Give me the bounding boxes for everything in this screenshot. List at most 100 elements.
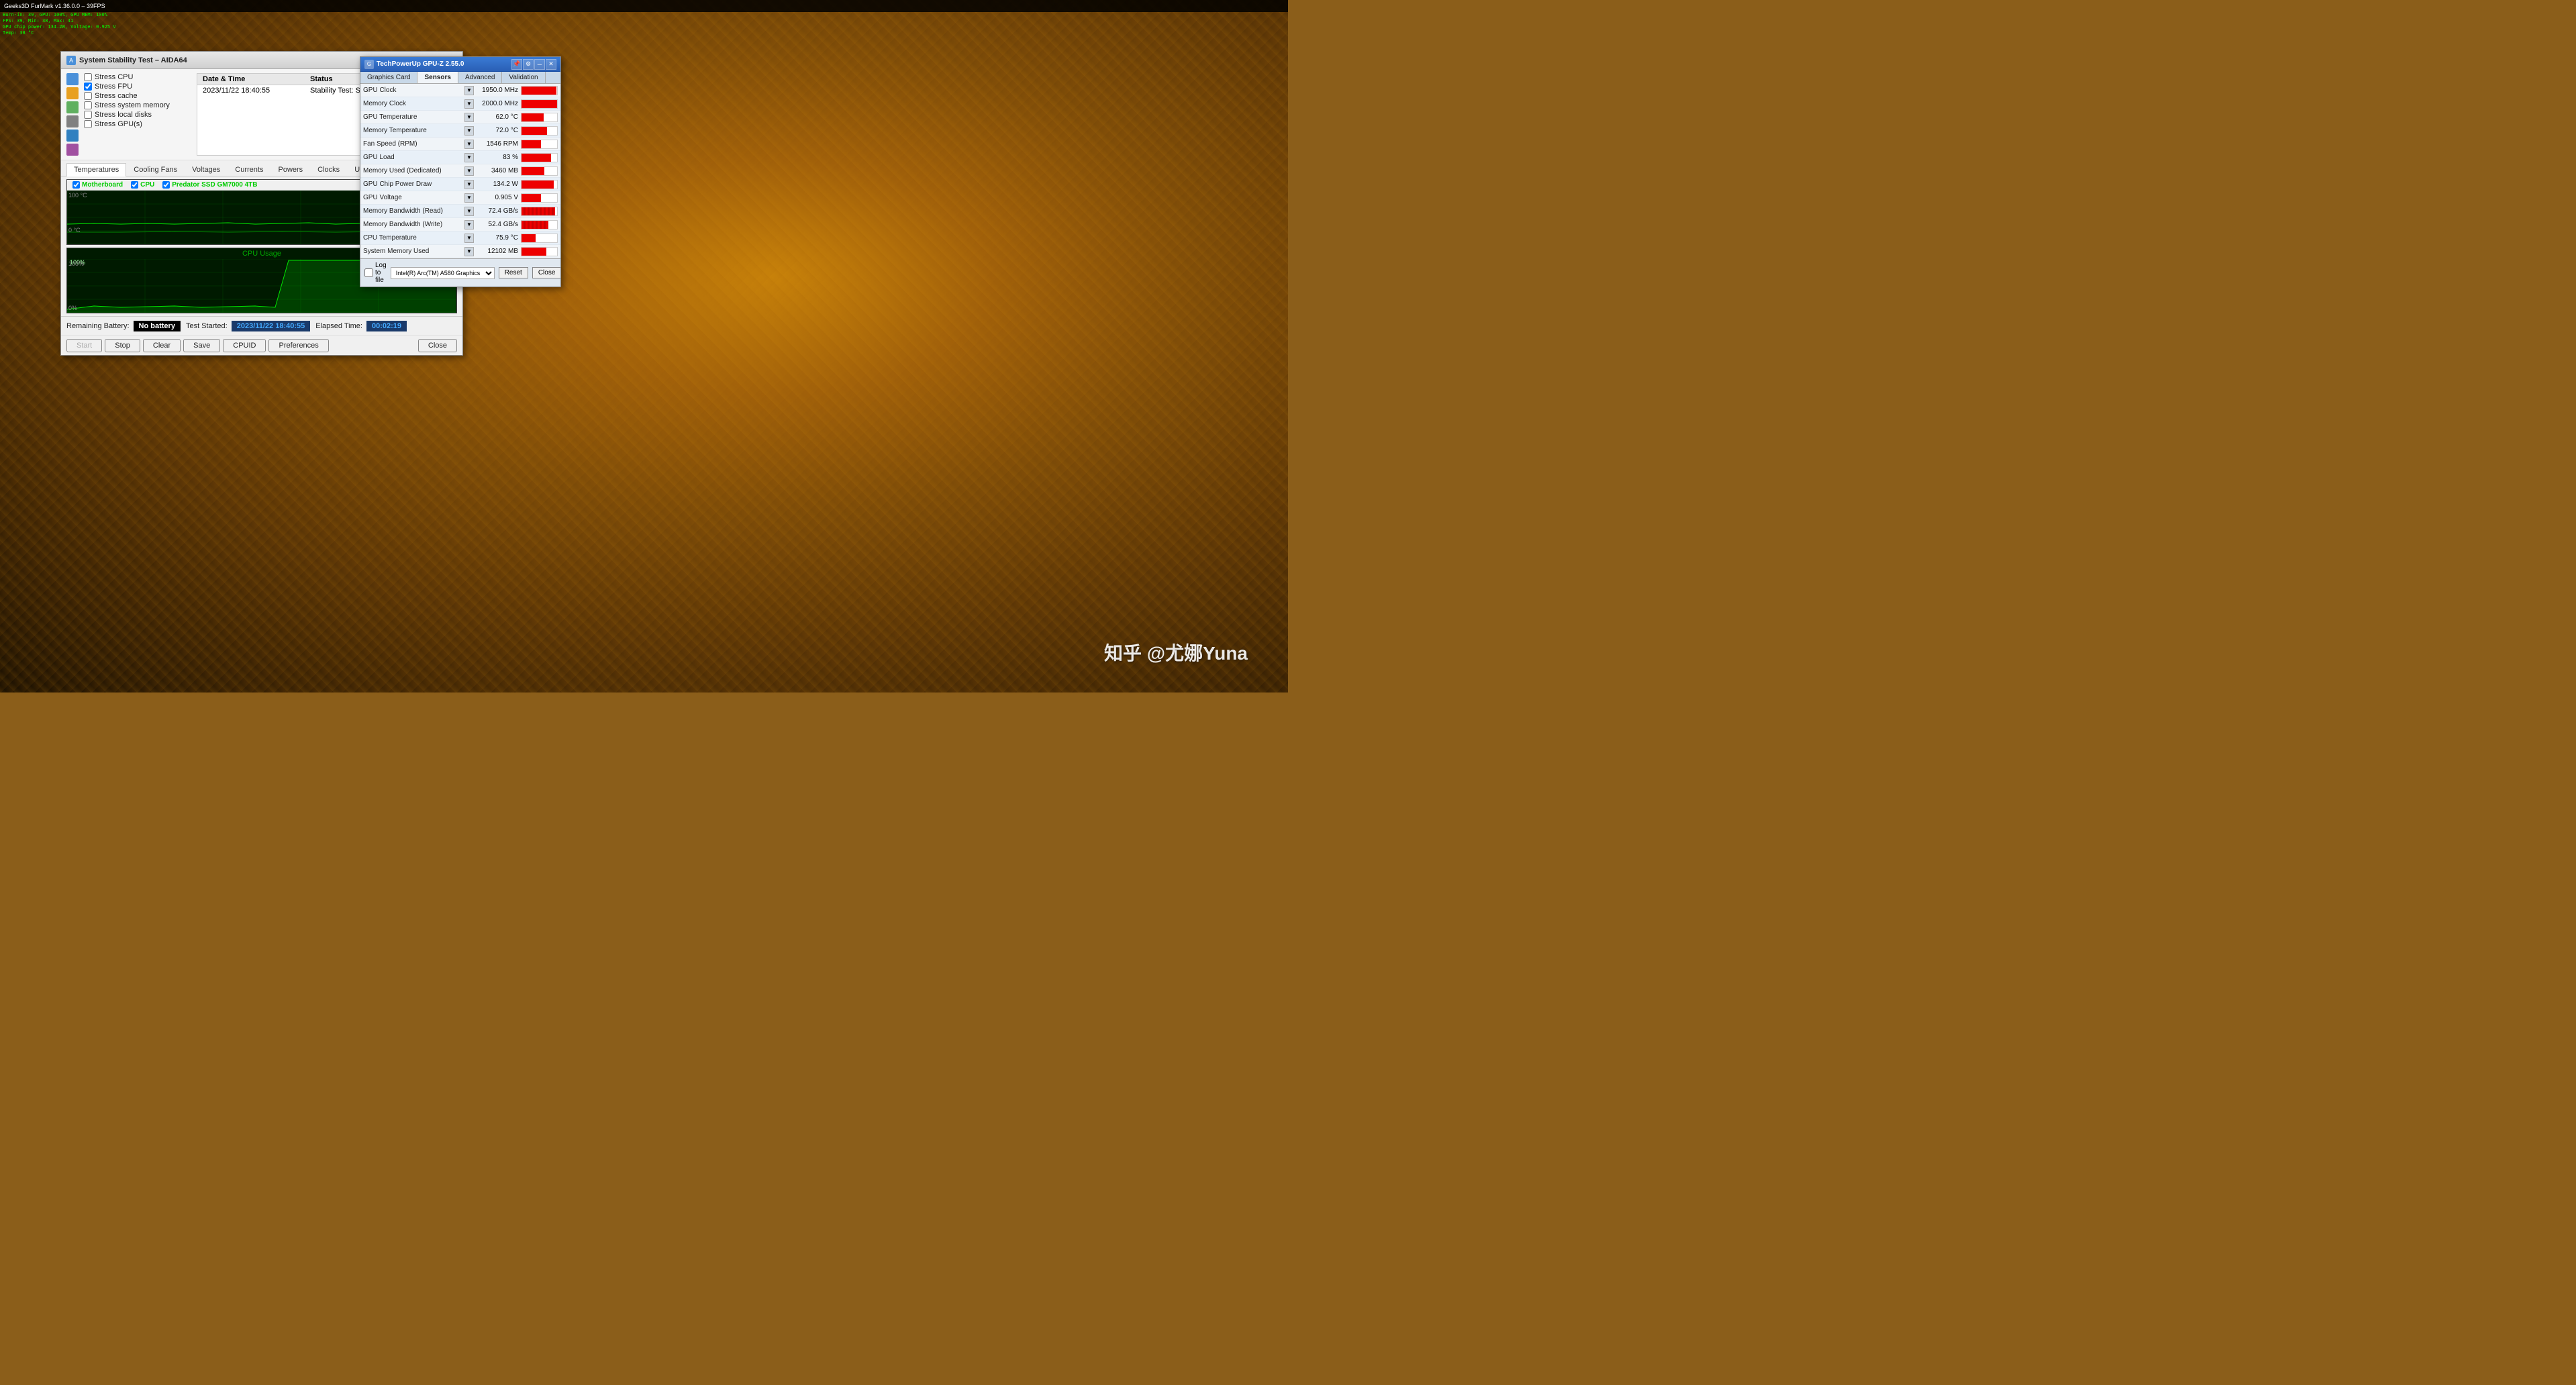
sensor-bar-area-0 [521, 86, 558, 95]
tab-cooling-fans[interactable]: Cooling Fans [126, 163, 185, 176]
taskbar-title: Geeks3D FurMark v1.36.0.0 – 39FPS [4, 3, 105, 9]
sensor-dropdown-5[interactable]: ▼ [464, 153, 474, 162]
stress-system-memory-checkbox[interactable] [84, 101, 92, 109]
save-button[interactable]: Save [183, 339, 220, 352]
cpu-y-min: 0% [68, 305, 77, 311]
sensor-value-4: 1546 RPM [474, 140, 521, 148]
clear-button[interactable]: Clear [143, 339, 181, 352]
sensor-dropdown-9[interactable]: ▼ [464, 207, 474, 216]
stress-fpu-checkbox[interactable] [84, 83, 92, 91]
gpuz-tab-graphics-card[interactable]: Graphics Card [360, 72, 417, 83]
stress-options-list: Stress CPU Stress FPU Stress cache Stres… [84, 73, 191, 156]
sensor-bar-12 [522, 248, 546, 256]
preferences-button[interactable]: Preferences [268, 339, 328, 352]
gpuz-tab-validation[interactable]: Validation [502, 72, 545, 83]
gpu-select[interactable]: Intel(R) Arc(TM) A580 Graphics [391, 267, 495, 279]
log-to-file-label[interactable]: Log to file [364, 262, 387, 284]
stress-system-memory-label: Stress system memory [95, 101, 170, 109]
sensor-label-9: Memory Bandwidth (Read) [363, 207, 462, 215]
tab-clocks[interactable]: Clocks [310, 163, 347, 176]
sensor-dropdown-2[interactable]: ▼ [464, 113, 474, 122]
stress-local-disks-option[interactable]: Stress local disks [84, 111, 191, 119]
stress-gpus-checkbox[interactable] [84, 120, 92, 128]
sensor-bar-area-1 [521, 99, 558, 109]
gpuz-pin-button[interactable]: 📌 [511, 59, 522, 70]
elapsed-time-value: 00:02:19 [366, 321, 407, 331]
sensor-label-7: GPU Chip Power Draw [363, 181, 462, 188]
sensor-bar-area-10 [521, 220, 558, 229]
sensor-dropdown-8[interactable]: ▼ [464, 193, 474, 203]
date-time-header: Date & Time [203, 75, 310, 83]
sensor-dropdown-7[interactable]: ▼ [464, 180, 474, 189]
sensor-bar-1 [522, 100, 557, 108]
sensor-dropdown-0[interactable]: ▼ [464, 86, 474, 95]
aida-disk-icon [66, 130, 79, 142]
sensor-dropdown-12[interactable]: ▼ [464, 247, 474, 256]
date-time-value: 2023/11/22 18:40:55 [203, 87, 310, 95]
sensor-label-4: Fan Speed (RPM) [363, 140, 462, 148]
sensor-bar-10 [522, 221, 548, 229]
sensor-bar-area-4 [521, 140, 558, 149]
start-button[interactable]: Start [66, 339, 102, 352]
sensor-dropdown-11[interactable]: ▼ [464, 234, 474, 243]
tab-powers[interactable]: Powers [270, 163, 310, 176]
sensor-label-11: CPU Temperature [363, 234, 462, 242]
sensor-label-8: GPU Voltage [363, 194, 462, 201]
aida-fpu-icon [66, 87, 79, 99]
log-to-file-checkbox[interactable] [364, 268, 373, 277]
aida-gpu-icon [66, 144, 79, 156]
legend-cpu-label: CPU [140, 181, 154, 189]
sensor-value-5: 83 % [474, 154, 521, 161]
sensor-value-3: 72.0 °C [474, 127, 521, 134]
cpu-y-max: 100% [68, 260, 84, 267]
tab-voltages[interactable]: Voltages [185, 163, 228, 176]
sensor-bar-area-9 [521, 207, 558, 216]
log-to-file-text: Log to file [375, 262, 387, 284]
gpuz-settings-button[interactable]: ⚙ [523, 59, 534, 70]
sensor-dropdown-4[interactable]: ▼ [464, 140, 474, 149]
gpuz-close-button[interactable]: ✕ [546, 59, 556, 70]
stress-system-memory-option[interactable]: Stress system memory [84, 101, 191, 109]
legend-cpu-checkbox[interactable] [131, 181, 138, 189]
stress-cache-checkbox[interactable] [84, 92, 92, 100]
sensor-value-12: 12102 MB [474, 248, 521, 255]
aida-cache-icon [66, 101, 79, 113]
stress-gpus-option[interactable]: Stress GPU(s) [84, 120, 191, 128]
close-button[interactable]: Close [418, 339, 457, 352]
gpuz-tab-advanced[interactable]: Advanced [458, 72, 502, 83]
sensor-bar-5 [522, 154, 551, 162]
stress-cpu-checkbox[interactable] [84, 73, 92, 81]
cpuid-button[interactable]: CPUID [223, 339, 266, 352]
stress-cpu-option[interactable]: Stress CPU [84, 73, 191, 81]
sensor-label-10: Memory Bandwidth (Write) [363, 221, 462, 228]
gpuz-tab-sensors[interactable]: Sensors [417, 72, 458, 83]
tab-currents[interactable]: Currents [228, 163, 270, 176]
tab-temperatures[interactable]: Temperatures [66, 163, 126, 176]
stress-local-disks-checkbox[interactable] [84, 111, 92, 119]
stress-cache-option[interactable]: Stress cache [84, 92, 191, 100]
aida-bottom-bar: Remaining Battery: No battery Test Start… [61, 316, 462, 336]
sensor-dropdown-1[interactable]: ▼ [464, 99, 474, 109]
legend-ssd-label: Predator SSD GM7000 4TB [172, 181, 257, 189]
stress-fpu-option[interactable]: Stress FPU [84, 83, 191, 91]
gpuz-reset-button[interactable]: Reset [499, 267, 528, 278]
legend-motherboard-checkbox[interactable] [72, 181, 80, 189]
sensor-bar-3 [522, 127, 547, 135]
stop-button[interactable]: Stop [105, 339, 140, 352]
gpuz-minimize-button[interactable]: ─ [534, 59, 545, 70]
gpuz-sensor-rows: GPU Clock▼1950.0 MHzMemory Clock▼2000.0 … [360, 84, 560, 258]
sensor-dropdown-6[interactable]: ▼ [464, 166, 474, 176]
sensor-bar-area-6 [521, 166, 558, 176]
legend-cpu: CPU [131, 181, 154, 189]
legend-ssd-checkbox[interactable] [162, 181, 170, 189]
sensor-bar-8 [522, 194, 541, 202]
battery-value: No battery [134, 321, 181, 331]
gpuz-titlebar[interactable]: G TechPowerUp GPU-Z 2.55.0 📌 ⚙ ─ ✕ [360, 57, 560, 72]
gpuz-tab-bar: Graphics Card Sensors Advanced Validatio… [360, 72, 560, 84]
gpuz-close-sensors-button[interactable]: Close [532, 267, 562, 278]
sensor-dropdown-3[interactable]: ▼ [464, 126, 474, 136]
temp-y-min: 0 °C [68, 227, 81, 234]
sensor-dropdown-10[interactable]: ▼ [464, 220, 474, 229]
sensor-label-6: Memory Used (Dedicated) [363, 167, 462, 174]
sensor-value-1: 2000.0 MHz [474, 100, 521, 107]
